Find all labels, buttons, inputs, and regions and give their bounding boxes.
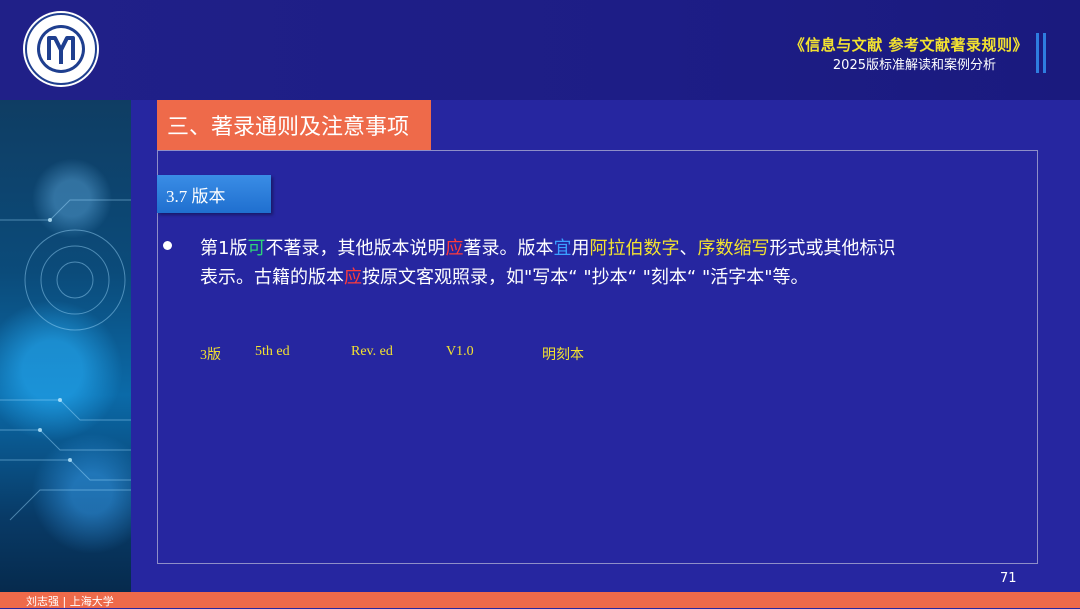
page-number: 71	[1000, 571, 1017, 586]
bullet-icon	[163, 241, 172, 250]
text-segment: 、	[679, 238, 698, 259]
header-bar: 《信息与文献 参考文献著录规则》 2025版标准解读和案例分析	[0, 0, 1080, 100]
text-segment: 不著录，其他版本说明	[265, 238, 446, 259]
university-seal-icon	[23, 11, 99, 87]
header-divider	[1036, 33, 1039, 73]
text-segment-highlight: 序数缩写	[697, 238, 770, 259]
footer-bar: 刘志强 | 上海大学	[0, 592, 1080, 608]
decorative-tech-image	[0, 100, 131, 592]
footer-text: 刘志强 | 上海大学	[26, 595, 114, 608]
text-segment-highlight: 可	[247, 238, 266, 259]
example-edition: 明刻本	[542, 348, 584, 363]
text-segment: 用	[571, 238, 590, 259]
text-segment-highlight: 阿拉伯数字	[589, 238, 680, 259]
header-divider	[1043, 33, 1046, 73]
text-segment: 第1版	[200, 238, 248, 259]
text-segment-highlight: 宜	[553, 238, 572, 259]
text-segment: 按原文客观照录，如"写本“ "抄本“ "刻本“ "活字本"等。	[362, 267, 809, 288]
example-edition: Rev. ed	[351, 344, 393, 359]
subsection-title: 3.7 版本	[157, 175, 271, 213]
text-segment-highlight: 应	[445, 238, 464, 259]
section-title: 三、著录通则及注意事项	[157, 100, 431, 150]
text-segment-highlight: 应	[344, 267, 362, 288]
header-title: 《信息与文献 参考文献著录规则》	[789, 36, 1028, 54]
bullet-paragraph: 第1版可不著录，其他版本说明应著录。版本宜用阿拉伯数字、序数缩写形式或其他标识表…	[200, 234, 900, 292]
example-edition: 3版	[200, 348, 221, 363]
header-subtitle: 2025版标准解读和案例分析	[832, 58, 996, 73]
text-segment: 著录。版本	[463, 238, 554, 259]
example-edition: V1.0	[446, 344, 474, 359]
example-edition: 5th ed	[255, 344, 290, 359]
